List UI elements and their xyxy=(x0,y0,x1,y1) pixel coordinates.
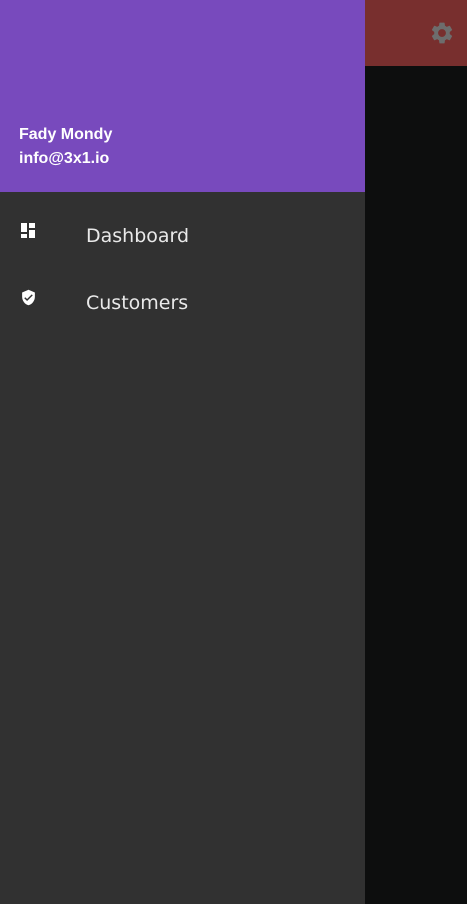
drawer-item-dashboard[interactable]: Dashboard xyxy=(0,204,365,268)
dashboard-icon xyxy=(20,222,37,239)
shield-check-icon xyxy=(20,289,37,306)
drawer-item-label: Dashboard xyxy=(86,225,190,247)
account-name: Fady Mondy xyxy=(19,126,113,143)
gear-icon xyxy=(431,22,453,44)
drawer-item-customers[interactable]: Customers xyxy=(0,271,365,335)
drawer-header: Fady Mondy info@3x1.io xyxy=(0,0,365,192)
settings-button[interactable] xyxy=(426,17,458,49)
drawer-item-label: Customers xyxy=(86,292,189,314)
account-email: info@3x1.io xyxy=(19,150,110,167)
navigation-drawer: Fady Mondy info@3x1.io Dashboard Custome… xyxy=(0,0,365,904)
app-screen: Fady Mondy info@3x1.io Dashboard Custome… xyxy=(0,0,467,904)
